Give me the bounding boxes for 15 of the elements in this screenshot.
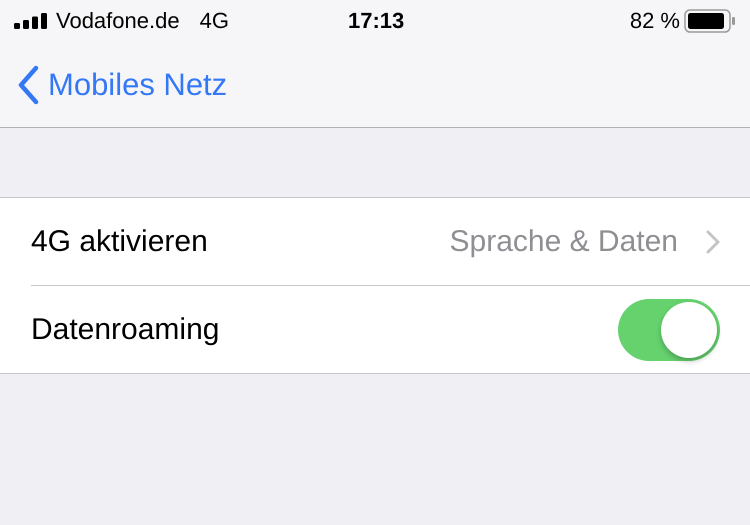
settings-row[interactable]: Datenroaming (31, 286, 750, 373)
battery-icon (684, 9, 736, 33)
chevron-icon (706, 230, 720, 254)
signal-icon (14, 13, 50, 29)
row-label: Datenroaming (31, 312, 220, 346)
carrier-name: Vodafone.de (56, 8, 180, 34)
toggle-switch[interactable] (618, 298, 720, 360)
network-type: 4G (200, 8, 229, 34)
chevron-left-icon (16, 64, 40, 104)
status-time: 17:13 (348, 8, 404, 34)
battery-percentage: 82 % (630, 8, 680, 34)
row-value: Sprache & Daten (450, 224, 678, 258)
row-label: 4G aktivieren (31, 224, 209, 258)
settings-row[interactable]: 4G aktivieren Sprache & Daten (31, 198, 750, 286)
back-button[interactable]: Mobiles Netz (0, 64, 228, 104)
